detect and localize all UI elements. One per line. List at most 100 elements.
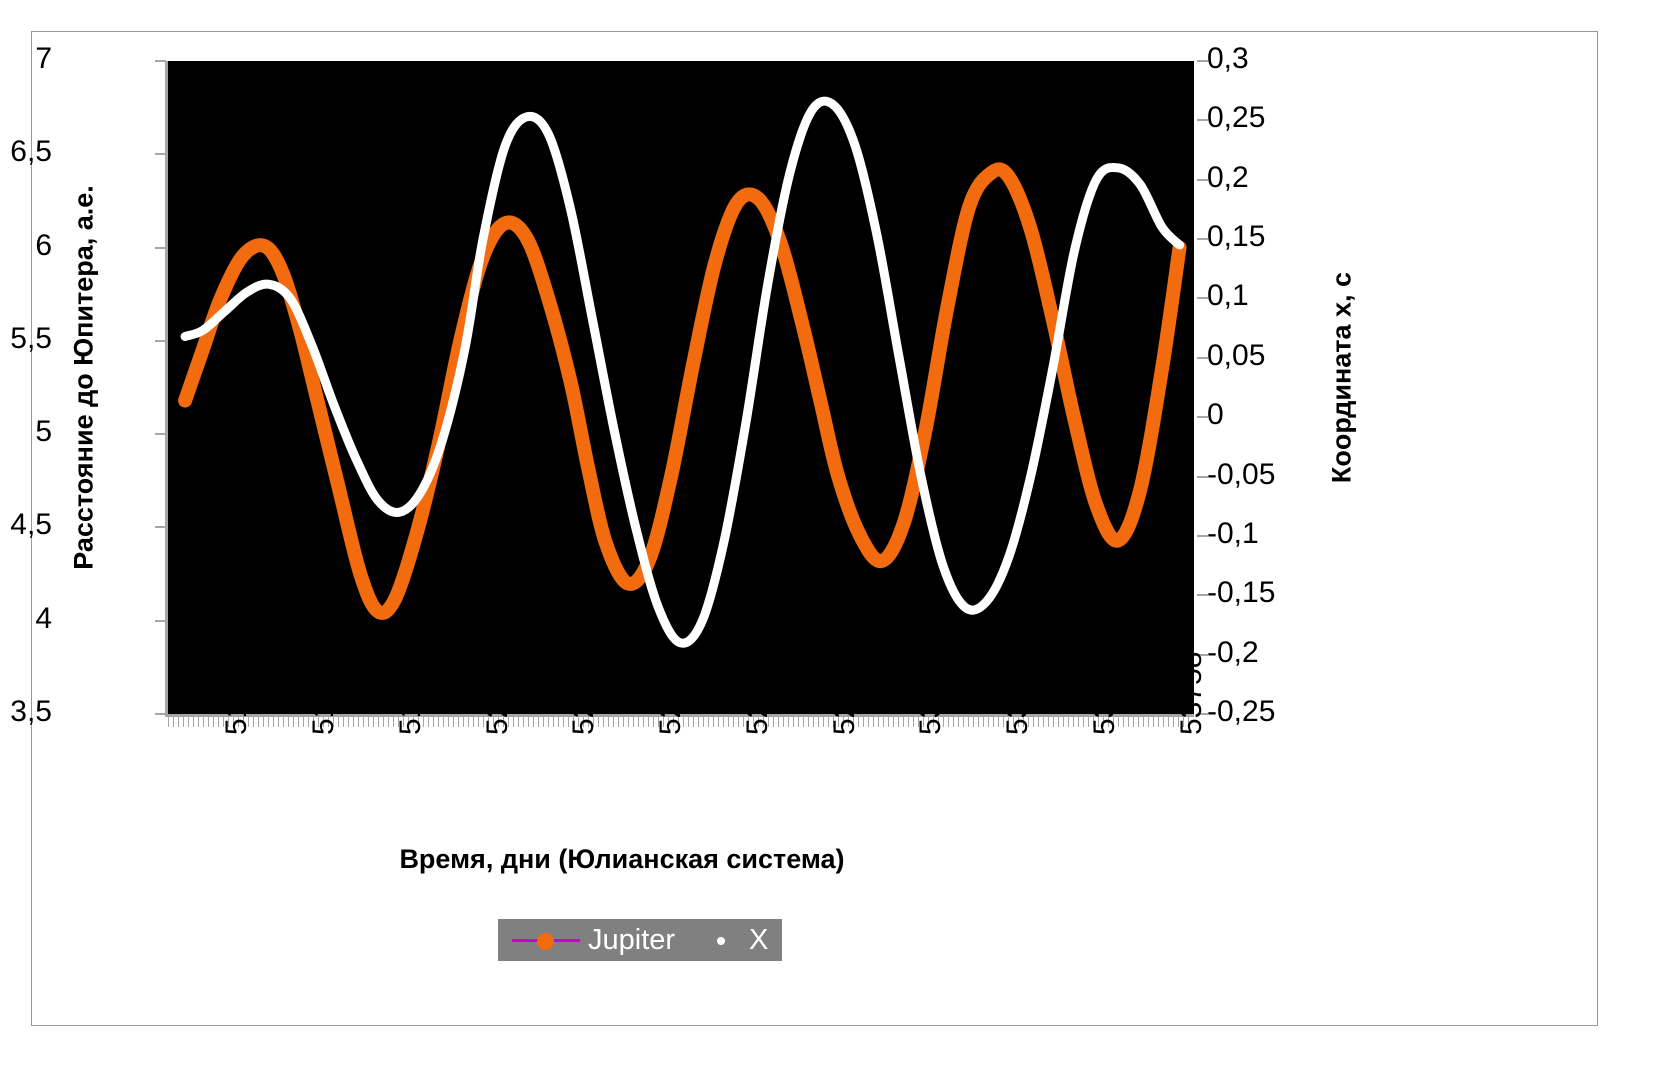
x-minor-tick <box>288 714 289 727</box>
x-minor-tick <box>258 714 259 727</box>
x-minor-tick <box>273 714 274 727</box>
y-right-tick-mark <box>1197 60 1208 62</box>
x-minor-tick <box>1168 714 1169 727</box>
x-minor-tick <box>1063 714 1064 727</box>
x-minor-tick <box>303 714 304 727</box>
y-right-tick-label: 0 <box>1207 398 1224 432</box>
x-minor-tick <box>183 714 184 727</box>
y-right-tick-label: 0,05 <box>1207 338 1266 372</box>
x-minor-tick <box>1153 714 1154 727</box>
x-minor-tick <box>643 714 644 727</box>
x-minor-tick <box>203 714 204 727</box>
x-minor-tick <box>798 714 799 727</box>
x-minor-tick <box>1158 714 1159 727</box>
x-tick-label: 52966 <box>827 651 861 735</box>
y-right-tick-label: -0,25 <box>1207 695 1276 728</box>
x-minor-tick <box>718 714 719 727</box>
y-left-tick-label: 5 <box>35 415 52 449</box>
legend-label-jupiter: Jupiter <box>588 923 676 956</box>
x-minor-tick <box>1143 714 1144 727</box>
x-minor-tick <box>778 714 779 727</box>
x-dot-marker-icon <box>701 930 743 950</box>
y-right-tick-label: 0,1 <box>1207 279 1249 313</box>
chart-legend[interactable]: Jupiter X <box>498 919 783 961</box>
x-minor-tick <box>563 714 564 727</box>
x-minor-tick <box>623 714 624 727</box>
y-right-tick-mark <box>1197 238 1208 241</box>
x-minor-tick <box>1138 714 1139 727</box>
x-minor-tick <box>698 714 699 727</box>
x-minor-tick <box>703 714 704 727</box>
x-minor-tick <box>898 714 899 727</box>
x-minor-tick <box>808 714 809 727</box>
x-axis-title: Время, дни (Юлианская система) <box>399 844 845 874</box>
x-minor-tick <box>983 714 984 727</box>
x-minor-tick <box>448 714 449 727</box>
x-minor-tick <box>1083 714 1084 727</box>
x-minor-tick <box>208 714 209 727</box>
x-minor-tick <box>788 714 789 727</box>
x-minor-tick <box>293 714 294 727</box>
x-minor-tick <box>383 714 384 727</box>
x-minor-tick <box>193 714 194 727</box>
x-minor-tick <box>978 714 979 727</box>
x-tick-label: 52174 <box>480 651 514 735</box>
plot-area <box>165 61 1194 717</box>
y-right-tick-label: 0,15 <box>1207 220 1266 254</box>
x-minor-tick <box>263 714 264 727</box>
x-minor-tick <box>793 714 794 727</box>
y-left-tick-label: 4,5 <box>10 508 52 542</box>
x-minor-tick <box>478 714 479 727</box>
x-minor-tick <box>733 714 734 727</box>
x-minor-tick <box>428 714 429 727</box>
x-minor-tick <box>1048 714 1049 727</box>
x-minor-tick <box>1058 714 1059 727</box>
x-minor-tick <box>958 714 959 727</box>
x-minor-tick <box>603 714 604 727</box>
y-right-tick-mark <box>1197 356 1208 359</box>
x-minor-tick <box>783 714 784 727</box>
legend-entry-x[interactable]: X <box>701 924 768 957</box>
x-minor-tick <box>613 714 614 727</box>
x-minor-tick <box>278 714 279 727</box>
x-minor-tick <box>213 714 214 727</box>
y-right-tick-label: -0,05 <box>1207 457 1276 491</box>
x-minor-tick <box>543 714 544 727</box>
x-minor-tick <box>368 714 369 727</box>
x-minor-tick <box>813 714 814 727</box>
chart-frame: Расстояние до Юпитера, а.е. Координата x… <box>10 31 1598 1026</box>
x-minor-tick <box>1068 714 1069 727</box>
x-minor-tick <box>1123 714 1124 727</box>
legend-label-x: X <box>749 923 769 956</box>
x-minor-tick <box>893 714 894 727</box>
x-tick-label: 53560 <box>1087 651 1121 735</box>
x-minor-tick <box>973 714 974 727</box>
x-minor-tick <box>948 714 949 727</box>
y-axis-left-title: Расстояние до Юпитера, а.е. <box>68 185 99 570</box>
x-minor-tick <box>953 714 954 727</box>
x-minor-tick <box>518 714 519 727</box>
x-minor-tick <box>1038 714 1039 727</box>
x-tick-label: 51580 <box>220 651 254 735</box>
x-minor-tick <box>173 714 174 727</box>
x-minor-tick <box>388 714 389 727</box>
x-minor-tick <box>823 714 824 727</box>
y-right-tick-label: -0,2 <box>1207 635 1259 669</box>
x-minor-tick <box>378 714 379 727</box>
x-minor-tick <box>523 714 524 727</box>
x-minor-tick <box>218 714 219 727</box>
x-minor-tick <box>553 714 554 727</box>
x-minor-tick <box>298 714 299 727</box>
x-minor-tick <box>873 714 874 727</box>
legend-entry-jupiter[interactable]: Jupiter <box>512 924 675 957</box>
x-minor-tick <box>688 714 689 727</box>
x-tick-label: 52570 <box>654 651 688 735</box>
x-minor-tick <box>343 714 344 727</box>
x-minor-tick <box>198 714 199 727</box>
y-left-tick-label: 6 <box>35 228 52 262</box>
x-minor-tick <box>968 714 969 727</box>
y-right-tick-label: 0,3 <box>1207 42 1249 75</box>
x-minor-tick <box>883 714 884 727</box>
x-tick-label: 51976 <box>393 651 427 735</box>
x-minor-tick <box>878 714 879 727</box>
